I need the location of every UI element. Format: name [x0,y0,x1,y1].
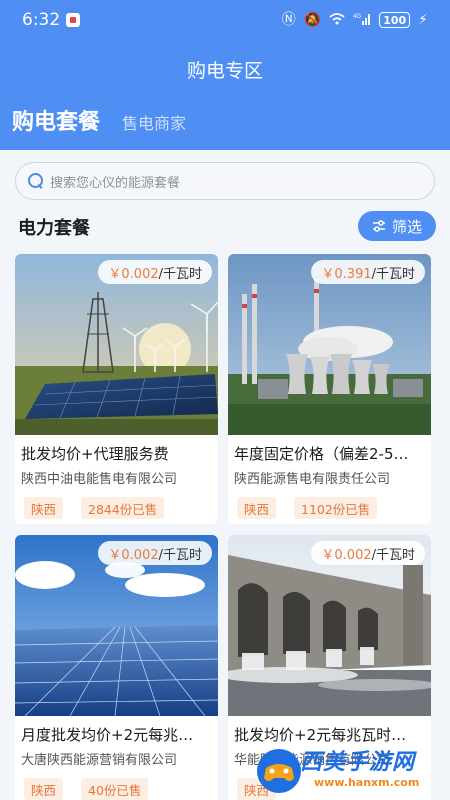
tab-sellers[interactable]: 售电商家 [122,110,186,134]
wifi-icon [329,12,345,28]
filter-label: 筛选 [391,217,422,236]
sold-count-tag: 2844份已售 [81,497,165,519]
price-value: ￥0.002 [108,547,159,563]
mute-bell-icon: 🔕 [303,12,322,28]
watermark-text: 西美手游网 [300,750,416,775]
card-company: 陕西中油电能售电有限公司 [21,472,178,487]
sold-count-tag: 40份已售 [81,778,149,800]
sold-count-tag: 1102份已售 [294,497,378,519]
tab-buy-packages[interactable]: 购电套餐 [12,104,100,136]
svg-text:4G: 4G [353,14,361,20]
status-time: 6:32 [22,10,61,30]
status-bar: 6:32 Ⓝ 🔕 4G 100 ⚡ [0,0,450,40]
charging-bolt-icon: ⚡ [418,12,428,28]
search-input[interactable]: 搜索您心仪的能源套餐 [15,162,435,200]
price-value: ￥0.002 [108,266,159,282]
price-tag: ￥0.391/千瓦时 [311,260,425,284]
package-card[interactable]: ￥0.391/千瓦时 年度固定价格（偏差2-5… 陕西能源售电有限责任公司 陕西… [228,254,431,524]
package-card[interactable]: ￥0.002/千瓦时 批发均价+代理服务费 陕西中油电能售电有限公司 陕西 28… [15,254,218,524]
signal-icon: 4G [353,12,371,29]
watermark-url: www.hanxm.com [314,776,420,789]
price-value: ￥0.002 [321,547,372,563]
status-icons: Ⓝ 🔕 4G 100 ⚡ [282,12,428,29]
page-title: 购电专区 [186,60,263,82]
tab-bar: 购电套餐 售电商家 [12,104,186,136]
card-company: 大唐陕西能源营销有限公司 [21,753,178,768]
battery-indicator: 100 [379,12,411,28]
region-tag: 陕西 [24,778,64,800]
price-tag: ￥0.002/千瓦时 [98,541,212,565]
card-title: 月度批发均价+2元每兆… [21,726,194,744]
price-value: ￥0.391 [321,266,372,282]
section-title: 电力套餐 [18,218,90,239]
card-title: 年度固定价格（偏差2-5… [234,445,409,463]
nfc-icon: Ⓝ [281,12,296,28]
card-title: 批发均价+代理服务费 [21,445,169,463]
price-unit: /千瓦时 [371,266,415,282]
notification-badge-icon [66,13,81,27]
region-tag: 陕西 [237,497,277,519]
price-tag: ￥0.002/千瓦时 [311,541,425,565]
price-unit: /千瓦时 [158,547,202,563]
card-company: 陕西能源售电有限责任公司 [234,472,391,487]
watermark: 西美手游网 www.hanxm.com [250,740,450,800]
region-tag: 陕西 [24,497,64,519]
filter-button[interactable]: 筛选 [358,211,436,241]
price-unit: /千瓦时 [158,266,202,282]
search-placeholder: 搜索您心仪的能源套餐 [50,175,181,191]
filter-sliders-icon [372,220,385,232]
top-header: 6:32 Ⓝ 🔕 4G 100 ⚡ 购电专区 购电套餐 售电商家 [0,0,450,150]
gamepad-logo-icon [257,749,301,793]
price-tag: ￥0.002/千瓦时 [98,260,212,284]
search-icon [28,173,44,189]
package-card[interactable]: ￥0.002/千瓦时 月度批发均价+2元每兆… 大唐陕西能源营销有限公司 陕西 … [15,535,218,800]
price-unit: /千瓦时 [371,547,415,563]
